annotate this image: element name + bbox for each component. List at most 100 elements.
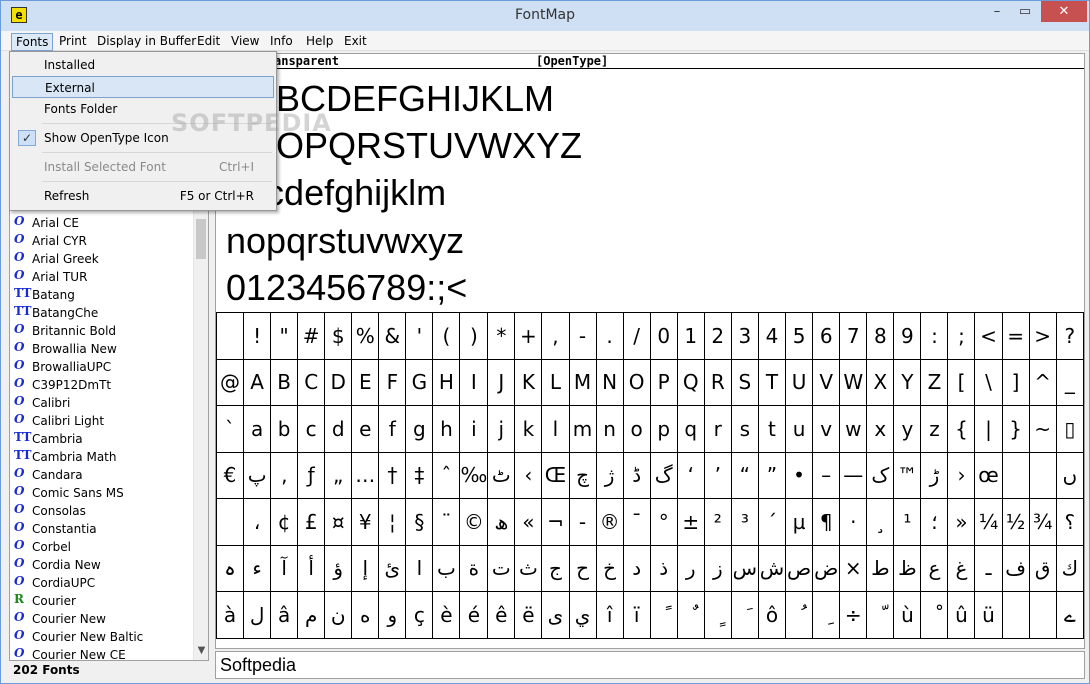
char-cell[interactable]: »: [947, 498, 976, 546]
char-cell[interactable]: ?: [1055, 312, 1085, 360]
char-cell[interactable]: ْ: [920, 591, 949, 639]
font-list-item[interactable]: O Calibri: [10, 394, 194, 412]
char-cell[interactable]: :: [920, 312, 949, 360]
char-cell[interactable]: ف: [1001, 544, 1030, 592]
char-cell[interactable]: ©: [459, 498, 489, 546]
char-cell[interactable]: y: [893, 405, 922, 453]
char-cell[interactable]: M: [568, 358, 597, 406]
char-cell[interactable]: 6: [812, 312, 841, 360]
char-cell[interactable]: j: [487, 405, 516, 453]
char-cell[interactable]: l: [541, 405, 570, 453]
char-cell[interactable]: ‡: [405, 451, 434, 499]
char-cell[interactable]: ÷: [839, 591, 868, 639]
char-cell[interactable]: [215, 498, 245, 546]
char-cell[interactable]: [1001, 591, 1030, 639]
char-cell[interactable]: P: [649, 358, 678, 406]
font-list-item[interactable]: R Courier: [10, 592, 194, 610]
char-cell[interactable]: ¼: [974, 498, 1003, 546]
char-cell[interactable]: ء: [243, 544, 272, 592]
char-cell[interactable]: ح: [568, 544, 597, 592]
char-cell[interactable]: ’: [703, 451, 732, 499]
char-cell[interactable]: إ: [351, 544, 380, 592]
char-cell[interactable]: Œ: [541, 451, 570, 499]
char-cell[interactable]: §: [405, 498, 434, 546]
char-cell[interactable]: à: [215, 591, 245, 639]
char-cell[interactable]: ‘: [676, 451, 705, 499]
char-cell[interactable]: R: [703, 358, 732, 406]
font-list-item[interactable]: O Cordia New: [10, 556, 194, 574]
char-cell[interactable]: x: [866, 405, 895, 453]
char-cell[interactable]: غ: [947, 544, 976, 592]
char-cell[interactable]: ¸: [866, 498, 895, 546]
char-cell[interactable]: !: [243, 312, 272, 360]
char-cell[interactable]: %: [351, 312, 380, 360]
char-cell[interactable]: ]: [1001, 358, 1030, 406]
char-cell[interactable]: ز: [703, 544, 732, 592]
char-cell[interactable]: ¯: [622, 498, 651, 546]
char-cell[interactable]: ˆ: [432, 451, 461, 499]
char-cell[interactable]: |: [974, 405, 1003, 453]
char-cell[interactable]: S: [730, 358, 759, 406]
char-cell[interactable]: 0: [649, 312, 678, 360]
char-cell[interactable]: \: [974, 358, 1003, 406]
char-cell[interactable]: k: [514, 405, 543, 453]
char-cell[interactable]: ،: [243, 498, 272, 546]
font-list-item[interactable]: TT Batang: [10, 286, 194, 304]
char-cell[interactable]: ^: [1028, 358, 1057, 406]
char-cell[interactable]: œ: [974, 451, 1003, 499]
char-cell[interactable]: ن: [324, 591, 353, 639]
char-cell[interactable]: N: [595, 358, 624, 406]
menu-display-in-buffer[interactable]: Display in Buffer: [93, 33, 200, 49]
char-cell[interactable]: J: [487, 358, 516, 406]
char-cell[interactable]: G: [405, 358, 434, 406]
char-cell[interactable]: ‰: [459, 451, 489, 499]
char-cell[interactable]: [: [947, 358, 976, 406]
char-cell[interactable]: é: [459, 591, 489, 639]
char-cell[interactable]: v: [812, 405, 841, 453]
font-list-item[interactable]: O Courier New Baltic: [10, 628, 194, 646]
menu-fonts[interactable]: Fonts: [11, 33, 54, 51]
char-cell[interactable]: ت: [487, 544, 516, 592]
char-cell[interactable]: =: [1001, 312, 1030, 360]
char-cell[interactable]: 7: [839, 312, 868, 360]
char-cell[interactable]: î: [595, 591, 624, 639]
char-cell[interactable]: è: [432, 591, 461, 639]
char-cell[interactable]: E: [351, 358, 380, 406]
char-cell[interactable]: m: [568, 405, 597, 453]
font-list-item[interactable]: O Britannic Bold: [10, 322, 194, 340]
char-cell[interactable]: 3: [730, 312, 759, 360]
char-cell[interactable]: V: [812, 358, 841, 406]
font-list-item[interactable]: O Arial CE: [10, 214, 194, 232]
char-cell[interactable]: U: [785, 358, 814, 406]
char-cell[interactable]: ّ: [866, 591, 895, 639]
char-cell[interactable]: –: [812, 451, 841, 499]
char-cell[interactable]: z: [920, 405, 949, 453]
buffer-text-input[interactable]: Softpedia: [215, 651, 1085, 679]
char-cell[interactable]: ": [270, 312, 299, 360]
menu-installed[interactable]: Installed: [12, 54, 274, 76]
menu-info[interactable]: Info: [266, 33, 297, 49]
char-cell[interactable]: ¶: [812, 498, 841, 546]
font-list-item[interactable]: O BrowalliaUPC: [10, 358, 194, 376]
char-cell[interactable]: â: [270, 591, 299, 639]
char-cell[interactable]: “: [730, 451, 759, 499]
char-cell[interactable]: آ: [270, 544, 299, 592]
char-cell[interactable]: چ: [568, 451, 597, 499]
char-cell[interactable]: +: [514, 312, 543, 360]
char-cell[interactable]: ک: [866, 451, 895, 499]
char-cell[interactable]: 4: [757, 312, 787, 360]
font-list-item[interactable]: O Corbel: [10, 538, 194, 556]
char-cell[interactable]: ': [405, 312, 434, 360]
char-cell[interactable]: ¢: [270, 498, 299, 546]
char-cell[interactable]: ئ: [378, 544, 407, 592]
char-cell[interactable]: €: [215, 451, 245, 499]
menu-external[interactable]: External: [12, 76, 274, 98]
font-list-item[interactable]: O Consolas: [10, 502, 194, 520]
char-cell[interactable]: }: [1001, 405, 1030, 453]
char-cell[interactable]: 2: [703, 312, 732, 360]
char-cell[interactable]: ): [459, 312, 489, 360]
font-list-item[interactable]: TT BatangChe: [10, 304, 194, 322]
char-cell[interactable]: I: [459, 358, 489, 406]
char-cell[interactable]: ں: [1055, 451, 1085, 499]
char-cell[interactable]: ہ: [215, 544, 245, 592]
